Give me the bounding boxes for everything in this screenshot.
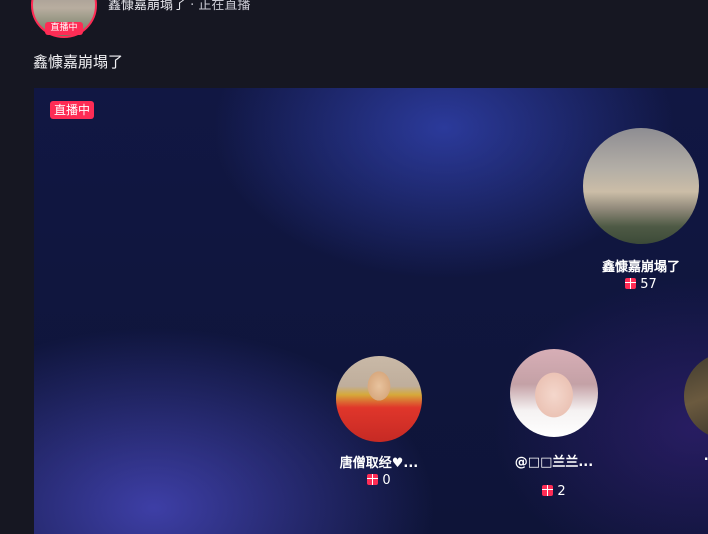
live-stage[interactable]: 直播中 鑫慷嘉崩塌了 57 唐僧取经♥... 0 @□□兰兰... 2 … [34,88,708,534]
host-name-line: 鑫慷嘉崩塌了 · 正在直播 [108,0,250,13]
guest-avatar[interactable] [510,349,598,437]
guest-seat-3[interactable]: @□□兰兰... 2 [510,349,598,499]
host-avatar-link[interactable]: 直播中 [31,0,97,38]
host-live-badge: 直播中 [45,22,83,35]
guest-name: 鑫慷嘉崩塌了 [601,260,680,275]
gift-count-value: 0 [382,473,391,488]
guest-gift-count: 57 [583,277,699,292]
stage-live-badge: 直播中 [50,101,95,119]
guest-seat-2[interactable]: 唐僧取经♥... 0 [336,356,422,488]
guest-seat-main[interactable]: 鑫慷嘉崩塌了 57 [583,128,699,292]
guest-avatar[interactable] [336,356,422,442]
guest-avatar[interactable] [684,353,708,439]
live-status-text: · 正在直播 [186,0,251,13]
guest-name: 唐僧取经♥... [339,456,419,471]
guest-avatar[interactable] [583,128,699,244]
guest-gift-count: 2 [510,484,598,499]
guest-name: @□□兰兰... [514,455,594,470]
gift-count-value: 57 [640,277,657,292]
gift-icon [367,474,379,485]
gift-icon [542,485,554,496]
gift-count-value: 2 [557,484,566,499]
guest-name: … [684,449,708,464]
guest-gift-count: 0 [336,473,422,488]
gift-icon [625,278,637,289]
room-title: 鑫慷嘉崩塌了 [33,53,124,71]
host-name[interactable]: 鑫慷嘉崩塌了 [108,0,186,13]
guest-seat-4[interactable]: … [684,353,708,464]
live-header: 直播中 鑫慷嘉崩塌了 · 正在直播 [0,0,708,40]
